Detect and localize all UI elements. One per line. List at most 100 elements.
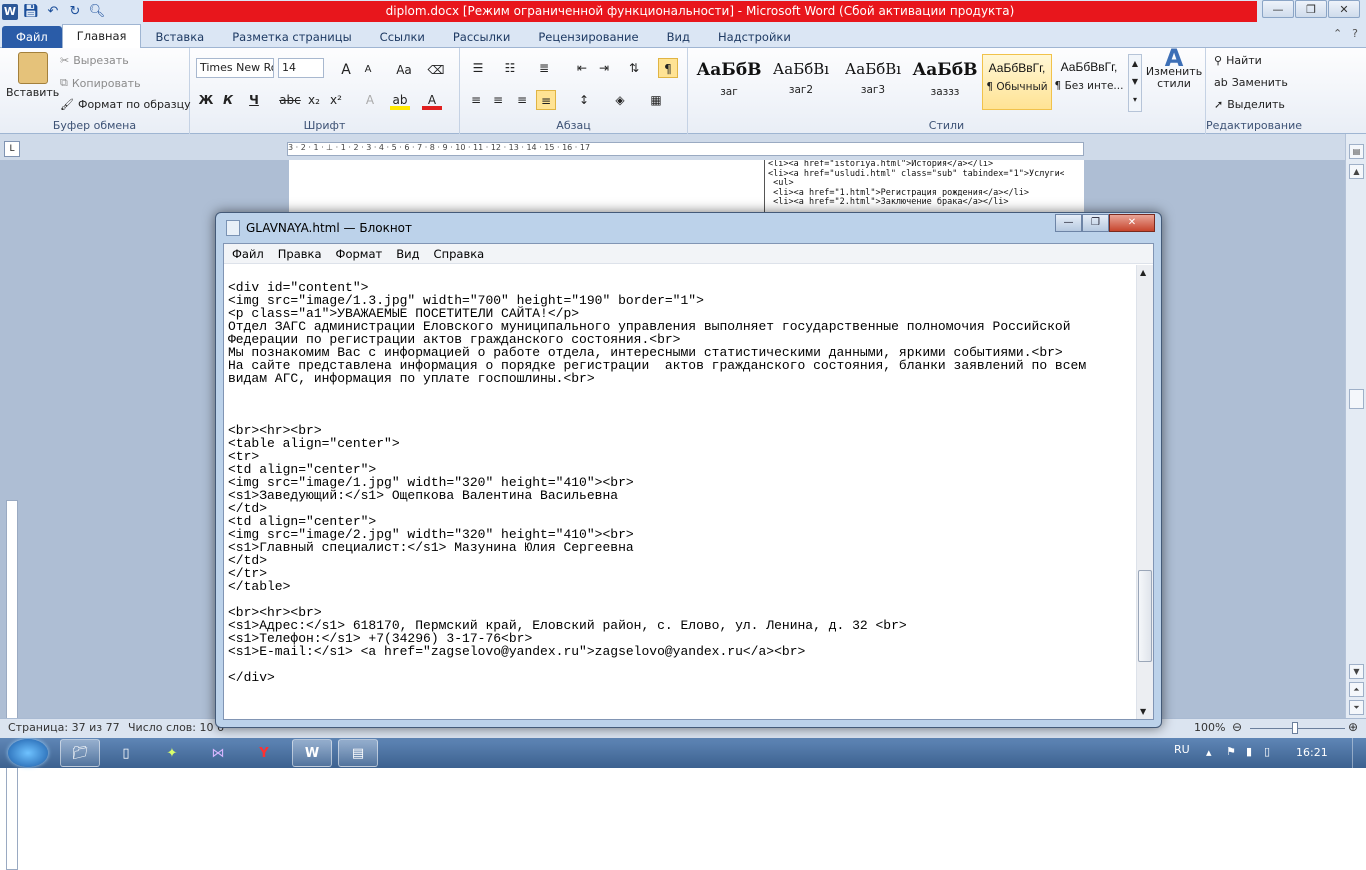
borders-icon[interactable]: ▦ (646, 90, 666, 110)
scroll-thumb[interactable] (1349, 389, 1364, 409)
ruler-toggle-icon[interactable]: ▤ (1349, 144, 1364, 159)
notepad-scroll-up-icon[interactable]: ▲ (1140, 268, 1146, 277)
notepad-scroll-thumb[interactable] (1138, 570, 1152, 662)
taskbar-media-icon[interactable]: ⋈ (198, 739, 238, 767)
next-page-button[interactable]: ⏷ (1349, 700, 1364, 715)
grow-font-button[interactable]: A (336, 60, 356, 80)
line-spacing-icon[interactable]: ↕ (574, 90, 594, 110)
minimize-button[interactable]: — (1262, 0, 1294, 18)
taskbar-explorer-icon[interactable]: 📁︎ (60, 739, 100, 767)
language-indicator[interactable]: RU (1174, 743, 1190, 756)
change-case-button[interactable]: Aa (390, 60, 418, 80)
page-count[interactable]: Страница: 37 из 77 (8, 721, 120, 734)
tab-addins[interactable]: Надстройки (704, 26, 805, 48)
battery-icon[interactable]: ▯ (1264, 745, 1270, 758)
tab-selector[interactable]: L (4, 141, 20, 157)
ribbon-collapse-icon[interactable]: ⌃ (1333, 27, 1342, 40)
undo-icon[interactable]: ↶ (44, 3, 62, 21)
cut-button[interactable]: ✂ Вырезать (60, 54, 129, 67)
menu-help[interactable]: Справка (434, 244, 485, 263)
menu-view[interactable]: Вид (396, 244, 419, 263)
tab-mailings[interactable]: Рассылки (439, 26, 524, 48)
tab-view[interactable]: Вид (653, 26, 704, 48)
find-button[interactable]: ⚲ Найти (1214, 54, 1262, 67)
save-icon[interactable]: 💾︎ (22, 3, 40, 21)
notepad-scroll-down-icon[interactable]: ▼ (1140, 707, 1146, 716)
zoom-level[interactable]: 100% (1194, 721, 1225, 734)
taskbar-yandex-icon[interactable]: Y (244, 739, 284, 767)
highlight-icon[interactable]: ab (390, 90, 410, 110)
superscript-button[interactable]: x² (326, 90, 346, 110)
redo-icon[interactable]: ↻ (66, 3, 84, 21)
decrease-indent-icon[interactable]: ⇤ (572, 58, 592, 78)
clear-format-icon[interactable]: ⌫ (426, 60, 446, 80)
menu-file[interactable]: Файл (232, 244, 264, 263)
start-button[interactable] (8, 739, 48, 767)
copy-button[interactable]: ⧉ Копировать (60, 76, 141, 90)
underline-button[interactable]: Ч (244, 90, 264, 110)
tray-arrow-icon[interactable]: ▴ (1206, 746, 1212, 759)
style-zag[interactable]: АаБбВ заг (694, 54, 764, 110)
style-no-spacing[interactable]: АаБбВвГг, ¶ Без инте... (1054, 54, 1124, 110)
bullets-icon[interactable]: ☰ (468, 58, 488, 78)
styles-scroll[interactable]: ▲ ▼ ▾ (1128, 54, 1142, 112)
increase-indent-icon[interactable]: ⇥ (594, 58, 614, 78)
align-left-icon[interactable]: ≡ (466, 90, 486, 110)
align-center-icon[interactable]: ≡ (488, 90, 508, 110)
tab-review[interactable]: Рецензирование (524, 26, 652, 48)
notepad-scrollbar[interactable]: ▲ ▼ (1136, 265, 1153, 719)
tab-page-layout[interactable]: Разметка страницы (218, 26, 365, 48)
sort-icon[interactable]: ⇅ (624, 58, 644, 78)
paste-button[interactable]: Вставить (6, 52, 59, 99)
align-right-icon[interactable]: ≡ (512, 90, 532, 110)
text-effects-icon[interactable]: A (360, 90, 380, 110)
zoom-slider-thumb[interactable] (1292, 722, 1298, 734)
taskbar-word-icon[interactable]: W (292, 739, 332, 767)
tab-home[interactable]: Главная (61, 24, 142, 48)
show-marks-button[interactable]: ¶ (658, 58, 678, 78)
tab-file[interactable]: Файл (2, 26, 62, 48)
shading-icon[interactable]: ◈ (610, 90, 630, 110)
maximize-button[interactable]: ❐ (1295, 0, 1327, 18)
network-icon[interactable]: ▮ (1246, 745, 1252, 758)
close-button[interactable]: ✕ (1328, 0, 1360, 18)
word-count[interactable]: Число слов: 10 6 (128, 721, 224, 734)
style-zag3[interactable]: АаБбВı заг3 (838, 54, 908, 110)
flag-icon[interactable]: ⚑ (1226, 745, 1236, 758)
justify-icon[interactable]: ≡ (536, 90, 556, 110)
prev-page-button[interactable]: ⏶ (1349, 682, 1364, 697)
font-name-combo[interactable]: Times New Ro (196, 58, 274, 78)
zoom-in-icon[interactable]: ⊕ (1348, 720, 1358, 734)
scroll-up-button[interactable]: ▲ (1349, 164, 1364, 179)
notepad-close-button[interactable]: ✕ (1109, 214, 1155, 232)
taskbar-notepad-icon[interactable]: ▤ (338, 739, 378, 767)
notepad-title-bar[interactable]: GLAVNAYA.html — Блокнот — ❐ ✕ (216, 213, 1161, 243)
show-desktop-button[interactable] (1352, 738, 1366, 768)
taskbar-app-icon[interactable]: ✦ (152, 739, 192, 767)
style-normal[interactable]: АаБбВвГг, ¶ Обычный (982, 54, 1052, 110)
notepad-maximize-button[interactable]: ❐ (1082, 214, 1109, 232)
bold-button[interactable]: Ж (196, 90, 216, 110)
print-preview-icon[interactable]: 🔍︎ (88, 3, 106, 21)
tab-references[interactable]: Ссылки (366, 26, 439, 48)
help-icon[interactable]: ? (1352, 27, 1358, 40)
menu-edit[interactable]: Правка (278, 244, 322, 263)
strikethrough-button[interactable]: abc (278, 90, 302, 110)
change-styles-button[interactable]: A Изменить стили (1144, 46, 1204, 90)
word-logo-icon[interactable]: W (2, 3, 18, 20)
taskbar-calculator-icon[interactable]: ▯ (106, 739, 146, 767)
shrink-font-button[interactable]: A (358, 60, 378, 80)
tab-insert[interactable]: Вставка (141, 26, 218, 48)
font-size-combo[interactable]: 14 (278, 58, 324, 78)
numbering-icon[interactable]: ☷ (500, 58, 520, 78)
replace-button[interactable]: ab Заменить (1214, 76, 1288, 89)
font-color-icon[interactable]: A (422, 90, 442, 110)
multilevel-list-icon[interactable]: ≣ (534, 58, 554, 78)
notepad-minimize-button[interactable]: — (1055, 214, 1082, 232)
style-zazzz[interactable]: АаБбВ заззз (910, 54, 980, 110)
italic-button[interactable]: К (218, 90, 238, 110)
select-button[interactable]: ➚ Выделить (1214, 98, 1285, 111)
style-zag2[interactable]: АаБбВı заг2 (766, 54, 836, 110)
zoom-out-icon[interactable]: ⊖ (1232, 720, 1242, 734)
scroll-down-button[interactable]: ▼ (1349, 664, 1364, 679)
